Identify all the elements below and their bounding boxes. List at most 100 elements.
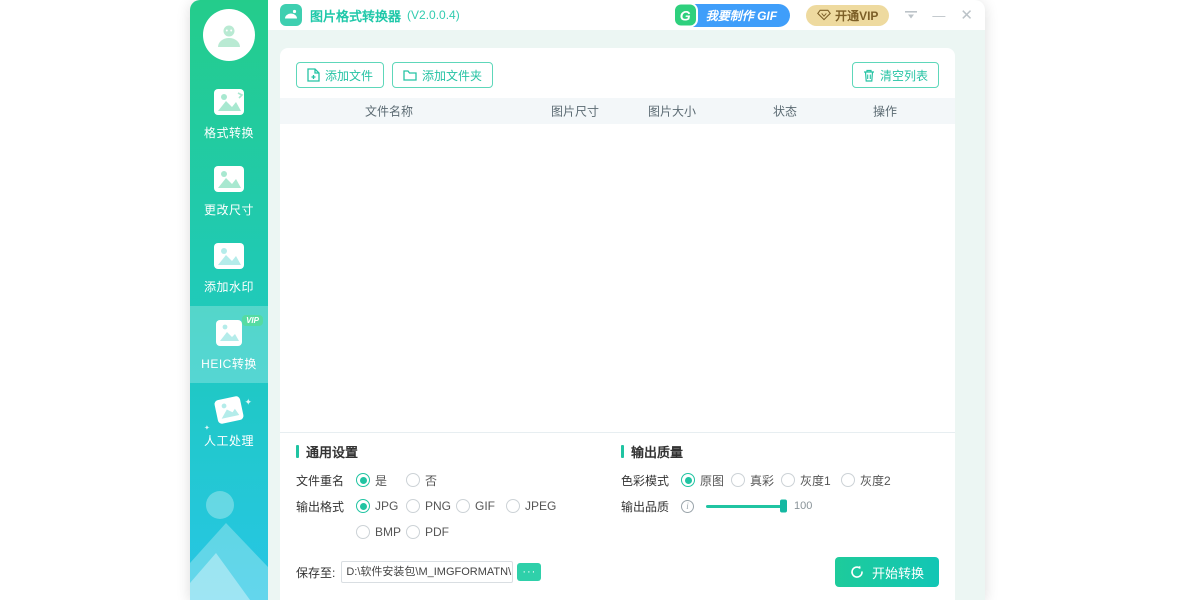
make-gif-label: 我要制作 GIF xyxy=(706,7,777,24)
open-vip-label: 开通VIP xyxy=(835,7,878,24)
avatar[interactable] xyxy=(203,9,255,61)
output-quality-label: 输出品质 xyxy=(621,498,681,515)
quality-slider-handle[interactable] xyxy=(780,500,787,513)
clear-list-label: 清空列表 xyxy=(880,67,928,84)
section-bar xyxy=(621,445,624,458)
decorative-mountains xyxy=(190,485,268,600)
radio-dot xyxy=(356,499,370,513)
tray-icon[interactable] xyxy=(905,11,917,20)
sidebar: 格式转换 更改尺寸 添加水印 VIP xyxy=(190,0,268,600)
app-title: 图片格式转换器 xyxy=(310,6,401,25)
window-controls: — ✕ xyxy=(905,8,973,23)
radio-dot xyxy=(356,525,370,539)
app-window: 格式转换 更改尺寸 添加水印 VIP xyxy=(190,0,985,600)
rename-label: 文件重名 xyxy=(296,472,356,489)
content-card: 添加文件 添加文件夹 清空列表 xyxy=(280,48,955,600)
refresh-icon xyxy=(850,565,864,579)
sidebar-item-label: 人工处理 xyxy=(204,432,254,449)
radio-rename-yes[interactable]: 是 xyxy=(356,472,406,489)
resize-icon xyxy=(212,164,246,194)
column-actions: 操作 xyxy=(873,103,897,120)
user-icon xyxy=(214,20,244,50)
file-table-header: 文件名称 图片尺寸 图片大小 状态 操作 xyxy=(280,98,955,124)
gif-logo-icon: G xyxy=(673,3,698,28)
radio-format-gif[interactable]: GIF xyxy=(456,499,506,513)
sidebar-item-format-convert[interactable]: 格式转换 xyxy=(190,75,268,152)
color-mode-label: 色彩模式 xyxy=(621,472,681,489)
radio-rename-no[interactable]: 否 xyxy=(406,472,456,489)
output-quality-row: 输出品质 i 100 xyxy=(621,498,939,514)
make-gif-button[interactable]: G 我要制作 GIF xyxy=(678,4,790,27)
radio-dot xyxy=(356,473,370,487)
sidebar-nav: 格式转换 更改尺寸 添加水印 VIP xyxy=(190,75,268,460)
browse-button[interactable]: ··· xyxy=(517,563,541,581)
radio-format-jpg[interactable]: JPG xyxy=(356,499,406,513)
rename-row: 文件重名 是 否 xyxy=(296,472,621,488)
add-file-button[interactable]: 添加文件 xyxy=(296,62,384,88)
format-convert-icon xyxy=(212,87,246,117)
watermark-icon xyxy=(212,241,246,271)
radio-dot xyxy=(456,499,470,513)
sidebar-item-heic-convert[interactable]: VIP HEIC转换 xyxy=(190,306,268,383)
sidebar-item-label: 添加水印 xyxy=(204,278,254,295)
start-convert-button[interactable]: 开始转换 xyxy=(835,557,939,587)
output-format-label: 输出格式 xyxy=(296,498,356,515)
radio-color-original[interactable]: 原图 xyxy=(681,472,731,489)
info-icon[interactable]: i xyxy=(681,500,694,513)
file-plus-icon xyxy=(307,68,320,82)
main-area: 图片格式转换器 (V2.0.0.4) G 我要制作 GIF 开通VIP — ✕ xyxy=(268,0,985,600)
sparkle-icon: ✦ xyxy=(204,424,210,432)
sidebar-item-manual-process[interactable]: ✦ ✦ 人工处理 xyxy=(190,383,268,460)
app-logo-icon xyxy=(280,4,302,26)
file-toolbar: 添加文件 添加文件夹 清空列表 xyxy=(280,48,955,98)
sidebar-item-label: 更改尺寸 xyxy=(204,201,254,218)
quality-value: 100 xyxy=(794,500,812,512)
radio-color-truecolor[interactable]: 真彩 xyxy=(731,472,781,489)
column-status: 状态 xyxy=(773,103,797,120)
radio-dot xyxy=(406,473,420,487)
column-file-name: 文件名称 xyxy=(365,103,413,120)
column-image-dimensions: 图片尺寸 xyxy=(551,103,599,120)
start-convert-label: 开始转换 xyxy=(872,563,924,582)
diamond-icon xyxy=(817,9,831,21)
radio-dot xyxy=(506,499,520,513)
save-to-label: 保存至: xyxy=(296,564,335,581)
trash-icon xyxy=(863,69,875,82)
sidebar-item-resize[interactable]: 更改尺寸 xyxy=(190,152,268,229)
radio-format-png[interactable]: PNG xyxy=(406,499,456,513)
manual-process-icon xyxy=(209,391,248,427)
radio-dot xyxy=(781,473,795,487)
app-version: (V2.0.0.4) xyxy=(407,8,460,22)
radio-format-pdf[interactable]: PDF xyxy=(406,525,456,539)
heic-convert-icon xyxy=(212,318,246,348)
radio-format-bmp[interactable]: BMP xyxy=(356,525,406,539)
radio-dot xyxy=(406,499,420,513)
output-quality-title: 输出质量 xyxy=(621,442,939,461)
radio-dot xyxy=(681,473,695,487)
folder-icon xyxy=(403,69,417,81)
vip-badge: VIP xyxy=(242,315,263,326)
clear-list-button[interactable]: 清空列表 xyxy=(852,62,939,88)
settings-panel: 通用设置 文件重名 是 否 输出格式 xyxy=(280,432,955,552)
close-icon[interactable]: ✕ xyxy=(960,8,973,23)
radio-color-gray2[interactable]: 灰度2 xyxy=(841,472,901,489)
color-mode-row: 色彩模式 原图 真彩 灰度1 xyxy=(621,472,939,488)
titlebar: 图片格式转换器 (V2.0.0.4) G 我要制作 GIF 开通VIP — ✕ xyxy=(268,0,985,30)
footer-bar: 保存至: D:\软件安装包\M_IMGFORMATN\图片格 ··· 开始转换 xyxy=(280,552,955,600)
output-quality-section: 输出质量 色彩模式 原图 真彩 xyxy=(621,442,939,550)
quality-slider[interactable] xyxy=(706,505,784,508)
save-path-input[interactable]: D:\软件安装包\M_IMGFORMATN\图片格 xyxy=(341,561,513,583)
column-image-size: 图片大小 xyxy=(648,103,696,120)
output-format-row-2: BMP PDF xyxy=(296,524,621,540)
sidebar-item-label: 格式转换 xyxy=(204,124,254,141)
radio-color-gray1[interactable]: 灰度1 xyxy=(781,472,841,489)
output-format-row: 输出格式 JPG PNG GIF xyxy=(296,498,621,514)
radio-dot xyxy=(841,473,855,487)
minimize-icon[interactable]: — xyxy=(932,9,945,22)
add-folder-button[interactable]: 添加文件夹 xyxy=(392,62,493,88)
general-settings-title: 通用设置 xyxy=(296,442,621,461)
open-vip-button[interactable]: 开通VIP xyxy=(806,5,889,26)
radio-format-jpeg[interactable]: JPEG xyxy=(506,499,556,513)
sidebar-item-watermark[interactable]: 添加水印 xyxy=(190,229,268,306)
sidebar-item-label: HEIC转换 xyxy=(201,355,257,372)
